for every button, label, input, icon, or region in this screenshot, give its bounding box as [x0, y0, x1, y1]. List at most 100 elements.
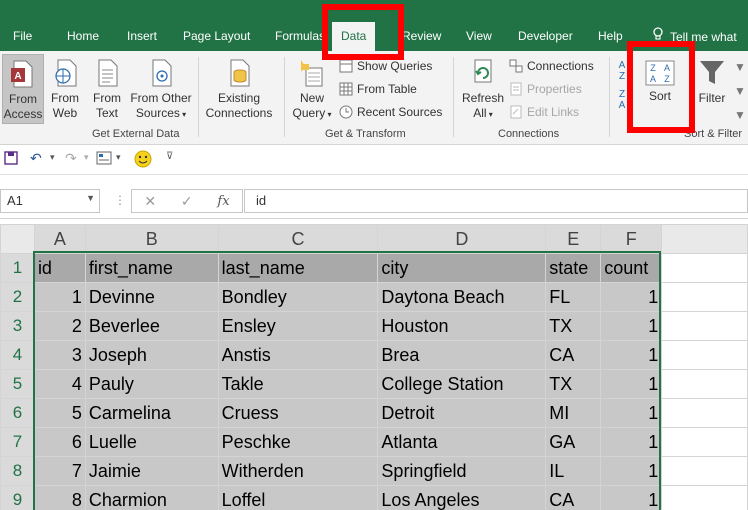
- cell-e3[interactable]: TX: [545, 311, 602, 341]
- cell-a8[interactable]: 7: [33, 456, 86, 486]
- existing-connections-button[interactable]: Existing Connections: [203, 58, 275, 121]
- cell-c9[interactable]: Loffel: [217, 485, 379, 510]
- row-header[interactable]: 8: [0, 456, 35, 486]
- column-header-c[interactable]: C: [217, 224, 379, 254]
- filter-button[interactable]: Filter: [694, 58, 730, 106]
- from-table-button[interactable]: From Table: [339, 81, 417, 97]
- row-header[interactable]: 7: [0, 427, 35, 457]
- smiley-icon[interactable]: [134, 150, 152, 171]
- recent-sources-button[interactable]: Recent Sources: [339, 104, 442, 120]
- sort-ascending-button[interactable]: AZ: [615, 60, 629, 82]
- new-query-button[interactable]: New Query ▾: [290, 58, 334, 122]
- cell-f5[interactable]: 1: [600, 369, 663, 399]
- tab-insert[interactable]: Insert: [127, 27, 157, 45]
- cell-d3[interactable]: Houston: [377, 311, 547, 341]
- column-header-e[interactable]: E: [545, 224, 602, 254]
- cell-a3[interactable]: 2: [33, 311, 86, 341]
- row-header[interactable]: 6: [0, 398, 35, 428]
- cell-c7[interactable]: Peschke: [217, 427, 379, 457]
- cell-g2[interactable]: [661, 282, 748, 312]
- cell-g9[interactable]: [661, 485, 748, 510]
- cell-f7[interactable]: 1: [600, 427, 663, 457]
- cell-d8[interactable]: Springfield: [377, 456, 547, 486]
- tab-help[interactable]: Help: [598, 27, 623, 45]
- formula-input[interactable]: id: [244, 189, 748, 213]
- insert-function-icon[interactable]: fx: [217, 194, 229, 209]
- row-header[interactable]: 1: [0, 253, 35, 283]
- cell-a6[interactable]: 5: [33, 398, 86, 428]
- cell-d1[interactable]: city: [377, 253, 547, 283]
- tab-review[interactable]: Review: [402, 27, 441, 45]
- cell-g8[interactable]: [661, 456, 748, 486]
- cell-b2[interactable]: Devinne: [84, 282, 219, 312]
- from-text-button[interactable]: From Text: [88, 58, 126, 121]
- cell-e5[interactable]: TX: [545, 369, 602, 399]
- from-access-button[interactable]: A From Access: [2, 54, 44, 124]
- from-other-sources-button[interactable]: From Other Sources ▾: [129, 58, 193, 122]
- cell-b6[interactable]: Carmelina: [84, 398, 219, 428]
- cell-b7[interactable]: Luelle: [84, 427, 219, 457]
- cell-c4[interactable]: Anstis: [217, 340, 379, 370]
- cell-d6[interactable]: Detroit: [377, 398, 547, 428]
- form-dropdown-icon[interactable]: ▾: [116, 152, 121, 163]
- cell-d2[interactable]: Daytona Beach: [377, 282, 547, 312]
- cell-f2[interactable]: 1: [600, 282, 663, 312]
- from-web-button[interactable]: From Web: [46, 58, 84, 121]
- cell-a1[interactable]: id: [33, 253, 86, 283]
- column-header-d[interactable]: D: [377, 224, 547, 254]
- advanced-filter-icons[interactable]: ▼ ▼ ▼: [733, 55, 747, 127]
- cell-b8[interactable]: Jaimie: [84, 456, 219, 486]
- cell-a4[interactable]: 3: [33, 340, 86, 370]
- cell-g7[interactable]: [661, 427, 748, 457]
- cell-b1[interactable]: first_name: [84, 253, 219, 283]
- name-box[interactable]: A1 ▼: [0, 189, 100, 213]
- edit-links-button[interactable]: Edit Links: [509, 104, 579, 120]
- tab-formulas[interactable]: Formulas: [275, 27, 325, 45]
- undo-icon[interactable]: ↶: [30, 150, 42, 167]
- cell-e7[interactable]: GA: [545, 427, 602, 457]
- cell-c5[interactable]: Takle: [217, 369, 379, 399]
- cell-f1[interactable]: count: [600, 253, 663, 283]
- cell-e8[interactable]: IL: [545, 456, 602, 486]
- sort-descending-button[interactable]: ZA: [615, 89, 629, 111]
- cell-g1[interactable]: [661, 253, 748, 283]
- row-header[interactable]: 9: [0, 485, 35, 510]
- tab-page-layout[interactable]: Page Layout: [183, 27, 250, 45]
- tab-developer[interactable]: Developer: [518, 27, 573, 45]
- cell-c6[interactable]: Cruess: [217, 398, 379, 428]
- cell-f6[interactable]: 1: [600, 398, 663, 428]
- cell-f9[interactable]: 1: [600, 485, 663, 510]
- row-header[interactable]: 2: [0, 282, 35, 312]
- properties-button[interactable]: Properties: [509, 81, 582, 97]
- cell-g5[interactable]: [661, 369, 748, 399]
- connections-button[interactable]: Connections: [509, 58, 594, 74]
- row-header[interactable]: 4: [0, 340, 35, 370]
- cell-e1[interactable]: state: [545, 253, 602, 283]
- cell-b4[interactable]: Joseph: [84, 340, 219, 370]
- row-header[interactable]: 3: [0, 311, 35, 341]
- cell-b5[interactable]: Pauly: [84, 369, 219, 399]
- cell-g3[interactable]: [661, 311, 748, 341]
- tab-view[interactable]: View: [466, 27, 492, 45]
- cell-a5[interactable]: 4: [33, 369, 86, 399]
- cell-d7[interactable]: Atlanta: [377, 427, 547, 457]
- cell-a9[interactable]: 8: [33, 485, 86, 510]
- cell-e2[interactable]: FL: [545, 282, 602, 312]
- show-queries-button[interactable]: Show Queries: [339, 58, 432, 74]
- tell-me-box[interactable]: Tell me what: [652, 27, 737, 46]
- cell-e6[interactable]: MI: [545, 398, 602, 428]
- cell-g6[interactable]: [661, 398, 748, 428]
- redo-icon[interactable]: ↷: [65, 150, 77, 167]
- cancel-icon[interactable]: ✕: [144, 193, 156, 210]
- column-header-b[interactable]: B: [84, 224, 219, 254]
- cell-b3[interactable]: Beverlee: [84, 311, 219, 341]
- form-icon[interactable]: [96, 151, 112, 168]
- undo-dropdown-icon[interactable]: ▾: [50, 152, 55, 163]
- row-header[interactable]: 5: [0, 369, 35, 399]
- redo-dropdown-icon[interactable]: ▾: [84, 152, 89, 163]
- enter-check-icon[interactable]: ✓: [181, 193, 193, 210]
- column-header-f[interactable]: F: [600, 224, 663, 254]
- cell-d4[interactable]: Brea: [377, 340, 547, 370]
- cell-d5[interactable]: College Station: [377, 369, 547, 399]
- chevron-down-icon[interactable]: ▼: [86, 193, 95, 203]
